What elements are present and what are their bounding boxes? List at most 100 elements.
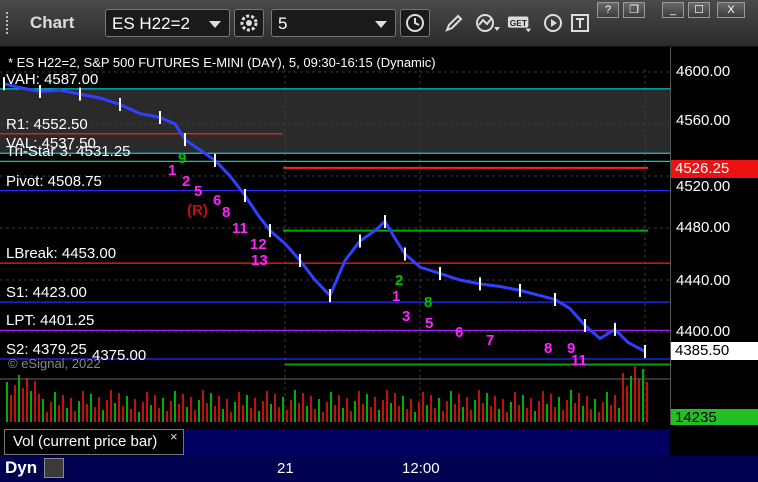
volume-bar [534, 411, 536, 422]
playback-button[interactable] [540, 11, 566, 35]
volume-bar [318, 399, 320, 422]
volume-bar [570, 390, 572, 422]
time-axis[interactable] [0, 456, 758, 482]
volume-study-label[interactable]: Vol (current price bar) [4, 429, 184, 455]
volume-bar [538, 401, 540, 422]
volume-bar [450, 391, 452, 422]
price-chart[interactable]: * ES H22=2, S&P 500 FUTURES E-MINI (DAY)… [0, 47, 670, 425]
close-button[interactable]: X [717, 2, 745, 18]
volume-bar [490, 406, 492, 422]
volume-bar [386, 390, 388, 422]
volume-bar [58, 405, 60, 422]
volume-bar [402, 396, 404, 422]
volume-bar [274, 394, 276, 422]
volume-bar [282, 397, 284, 422]
volume-bar [442, 411, 444, 422]
volume-bar [334, 405, 336, 422]
price-axis[interactable] [670, 47, 758, 425]
volume-bar [574, 403, 576, 422]
volume-bar [114, 403, 116, 422]
volume-bar [458, 394, 460, 422]
volume-bar [646, 382, 648, 422]
chart-header: * ES H22=2, S&P 500 FUTURES E-MINI (DAY)… [8, 55, 436, 70]
get-data-button[interactable]: GET [507, 11, 533, 35]
volume-bar [146, 392, 148, 422]
volume-bar [138, 412, 140, 422]
volume-bar [358, 391, 360, 422]
chart-window: Chart ES H22=2 5 GET ? ❐ _ ☐ X * ES H22=… [0, 0, 758, 482]
volume-bar [174, 391, 176, 422]
volume-bar [482, 403, 484, 422]
gear-icon [240, 14, 258, 32]
symbol-input[interactable]: ES H22=2 [105, 9, 230, 37]
chevron-down-icon[interactable] [209, 21, 221, 28]
svg-text:GET: GET [510, 18, 527, 28]
volume-panel-strip [184, 429, 670, 455]
volume-bar [102, 410, 104, 422]
volume-bar [418, 402, 420, 422]
volume-bar [634, 366, 636, 422]
volume-bar [194, 410, 196, 422]
volume-bar [642, 369, 644, 422]
restore-button[interactable]: ❐ [623, 2, 645, 18]
volume-bar [546, 404, 548, 422]
count-label: 5 [425, 315, 434, 332]
lock-icon[interactable] [44, 458, 64, 478]
maximize-button[interactable]: ☐ [688, 2, 710, 18]
price-tick: 4520.00 [676, 178, 731, 195]
volume-bar [258, 411, 260, 422]
volume-bar [254, 398, 256, 422]
drag-grip-icon[interactable] [6, 12, 14, 34]
level-label: S2: 4379.25 [6, 340, 87, 358]
volume-bar [262, 401, 264, 422]
level-label: S1: 4423.00 [6, 284, 87, 302]
volume-bar [142, 402, 144, 422]
volume-bar [222, 409, 224, 422]
volume-bar [510, 402, 512, 422]
volume-bar [310, 396, 312, 422]
get-icon: GET [507, 16, 532, 33]
studies-button[interactable] [474, 11, 500, 35]
level-label: R1: 4552.50 [6, 115, 88, 133]
volume-bar [594, 399, 596, 422]
volume-bar [542, 391, 544, 422]
count-label: 8 [544, 340, 553, 357]
help-button[interactable]: ? [597, 2, 619, 18]
volume-bar [618, 408, 620, 422]
minimize-button[interactable]: _ [662, 2, 684, 18]
text-button[interactable] [568, 11, 594, 35]
chevron-down-icon[interactable] [375, 21, 387, 28]
volume-bar [398, 406, 400, 422]
volume-bar [238, 392, 240, 422]
time-template-button[interactable] [400, 9, 430, 37]
volume-bar [326, 402, 328, 422]
volume-bar [54, 392, 56, 422]
volume-bar [602, 402, 604, 422]
volume-bar [590, 409, 592, 422]
volume-bar [514, 392, 516, 422]
volume-bar [498, 409, 500, 422]
volume-bar [98, 397, 100, 422]
interval-value: 5 [278, 14, 288, 33]
settings-button[interactable] [234, 9, 264, 37]
volume-bar [298, 403, 300, 422]
dynamic-mode-label[interactable]: Dyn [5, 458, 37, 478]
title-bar: Chart ES H22=2 5 GET ? ❐ _ ☐ X [0, 0, 758, 47]
volume-bar [290, 400, 292, 422]
interval-input[interactable]: 5 [271, 9, 396, 37]
volume-bar [134, 399, 136, 422]
volume-bar [426, 405, 428, 422]
volume-bar [454, 404, 456, 422]
volume-bar [630, 376, 632, 422]
volume-bar [158, 408, 160, 422]
volume-bar [430, 395, 432, 422]
draw-button[interactable] [441, 11, 467, 35]
volume-bar [606, 392, 608, 422]
volume-bar [494, 396, 496, 422]
volume-bar [250, 408, 252, 422]
volume-bar [214, 406, 216, 422]
volume-bar [190, 397, 192, 422]
volume-close-icon[interactable]: × [170, 429, 178, 444]
volume-bar [626, 386, 628, 422]
volume-bar [586, 396, 588, 422]
